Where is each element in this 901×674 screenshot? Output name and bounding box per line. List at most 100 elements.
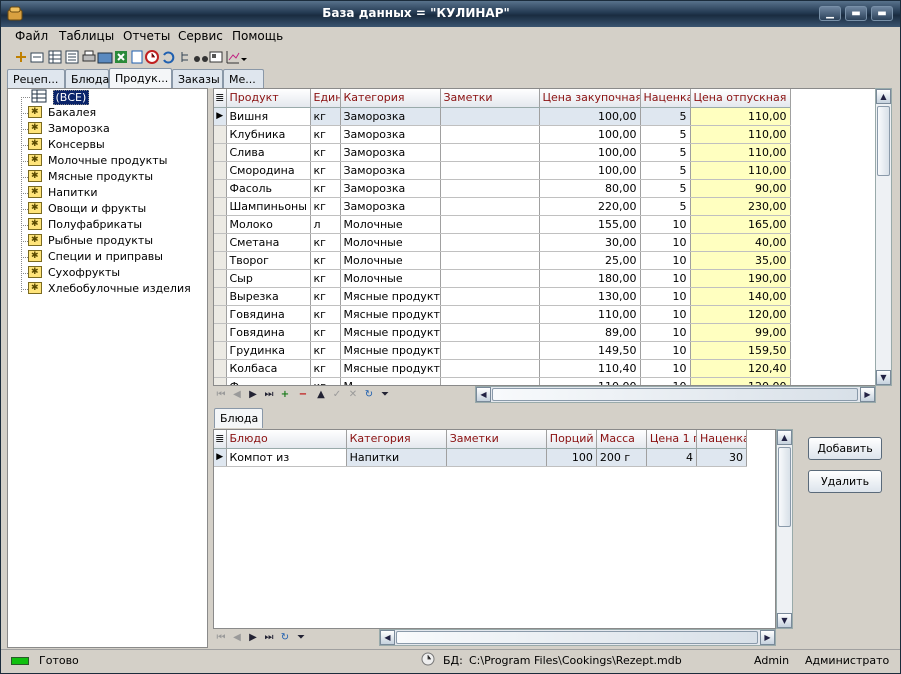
table-row[interactable]: Шампиньоны кг Заморозка 220,00 5 230,00	[214, 197, 791, 216]
col-dish-markup[interactable]: Наценка	[696, 430, 748, 449]
table-row[interactable]: Творог кг Молочные 25,00 10 35,00	[214, 251, 791, 270]
nav-last-icon[interactable]: ⏭	[261, 387, 277, 402]
cell[interactable]	[440, 305, 540, 324]
products-vscroll[interactable]: ▲ ▼	[875, 88, 892, 386]
cell[interactable]: кг	[310, 107, 341, 126]
cell[interactable]: кг	[310, 323, 341, 342]
cell[interactable]: Мясные продукты	[340, 359, 441, 378]
nav-prev-icon[interactable]: ◀	[229, 630, 245, 645]
cell[interactable]: Молочные	[340, 233, 441, 252]
cell[interactable]: 10	[640, 251, 691, 270]
col-mass[interactable]: Масса	[596, 430, 647, 449]
cell[interactable]: 5	[640, 161, 691, 180]
cell[interactable]: 90,00	[690, 179, 791, 198]
cell[interactable]: 25,00	[539, 251, 641, 270]
products-grid[interactable]: ≣ Продукт Един Категория Заметки Цена за…	[213, 88, 876, 386]
cell[interactable]: Сыр	[226, 269, 311, 288]
table-row[interactable]: Фасоль кг Заморозка 80,00 5 90,00	[214, 179, 791, 198]
scroll-down-button[interactable]: ▼	[876, 370, 891, 385]
tree-icon[interactable]	[178, 49, 194, 65]
cell[interactable]: Молочные	[340, 251, 441, 270]
cell[interactable]	[440, 215, 540, 234]
col-purchase-price[interactable]: Цена закупочная	[539, 89, 641, 108]
cell[interactable]: кг	[310, 377, 341, 385]
cell[interactable]	[440, 359, 540, 378]
cell[interactable]: 5	[640, 107, 691, 126]
nav-post-icon[interactable]: ✓	[329, 387, 345, 402]
cell[interactable]: Смородина	[226, 161, 311, 180]
cell[interactable]: Молоко	[226, 215, 311, 234]
cell[interactable]: кг	[310, 305, 341, 324]
nav-prev-icon[interactable]: ◀	[229, 387, 245, 402]
cell[interactable]: Заморозка	[340, 161, 441, 180]
cell[interactable]: Мясные продукты	[340, 323, 441, 342]
cell[interactable]: Мясные продукты	[340, 287, 441, 306]
nav-cancel-icon[interactable]: ✕	[345, 387, 361, 402]
title-bar[interactable]: База данных = "КУЛИНАР" ▁ ▬ ▬	[1, 1, 900, 27]
tree-item[interactable]: Молочные продукты	[28, 152, 167, 169]
cell[interactable]: 10	[640, 269, 691, 288]
minimize-button[interactable]: ▁	[819, 6, 841, 21]
chart-icon[interactable]	[225, 49, 241, 65]
close-button[interactable]: ▬	[871, 6, 893, 21]
cell[interactable]: 140,00	[690, 287, 791, 306]
cell[interactable]: Слива	[226, 143, 311, 162]
tree-item[interactable]: Бакалея	[28, 104, 96, 121]
table-row[interactable]: Сметана кг Молочные 30,00 10 40,00	[214, 233, 791, 252]
tree-item[interactable]: Хлебобулочные изделия	[28, 280, 191, 297]
cell[interactable]: 4	[646, 448, 697, 467]
table-icon[interactable]	[47, 49, 63, 65]
cell[interactable]: Говядина	[226, 323, 311, 342]
dishes-hscroll[interactable]: ◀ ▶	[379, 629, 776, 646]
cell[interactable]: кг	[310, 233, 341, 252]
tree-item[interactable]: Овощи и фрукты	[28, 200, 146, 217]
cell[interactable]: 110,00	[539, 377, 641, 385]
cell[interactable]	[440, 161, 540, 180]
scroll-right-button[interactable]: ▶	[860, 387, 875, 402]
cell[interactable]	[440, 107, 540, 126]
table-row[interactable]: Слива кг Заморозка 100,00 5 110,00	[214, 143, 791, 162]
edit-icon[interactable]	[29, 49, 45, 65]
cell[interactable]: Сметана	[226, 233, 311, 252]
dishes-grid[interactable]: ≣ Блюдо Категория Заметки Порций Масса Ц…	[213, 429, 776, 629]
cell[interactable]: Заморозка	[340, 107, 441, 126]
form-icon[interactable]	[208, 49, 224, 65]
menu-help[interactable]: Помощь	[232, 29, 283, 43]
col-dish[interactable]: Блюдо	[226, 430, 347, 449]
cell[interactable]	[440, 179, 540, 198]
col-dish-notes[interactable]: Заметки	[446, 430, 547, 449]
cell[interactable]: 110,40	[539, 359, 641, 378]
cell[interactable]: Заморозка	[340, 125, 441, 144]
table-row[interactable]: Колбаса кг Мясные продукты 110,40 10 120,40	[214, 359, 791, 378]
col-category[interactable]: Категория	[340, 89, 441, 108]
cell[interactable]: кг	[310, 341, 341, 360]
scroll-up-button[interactable]: ▲	[876, 89, 891, 104]
tree-item[interactable]: Мясные продукты	[28, 168, 153, 185]
cell[interactable]: Фасоль	[226, 179, 311, 198]
cell[interactable]: 110,00	[690, 161, 791, 180]
table-row[interactable]: Ф... кг М... 110,00 10 120,00	[214, 377, 791, 385]
col-dish-category[interactable]: Категория	[346, 430, 447, 449]
delete-button[interactable]: Удалить	[808, 470, 882, 493]
nav-last-icon[interactable]: ⏭	[261, 630, 277, 645]
scroll-left-button[interactable]: ◀	[380, 630, 395, 645]
tab-menu[interactable]: Ме...	[223, 69, 264, 88]
scroll-thumb[interactable]	[778, 447, 791, 527]
cell[interactable]: 10	[640, 341, 691, 360]
tab-orders[interactable]: Заказы	[172, 69, 223, 88]
col-notes[interactable]: Заметки	[440, 89, 540, 108]
cell[interactable]: М...	[340, 377, 441, 385]
scroll-down-button[interactable]: ▼	[777, 613, 792, 628]
report-icon[interactable]	[97, 49, 113, 65]
cell[interactable]: 110,00	[690, 143, 791, 162]
menu-tables[interactable]: Таблицы	[59, 29, 114, 43]
hscroll-thumb[interactable]	[396, 631, 758, 644]
cell[interactable]: 10	[640, 323, 691, 342]
tree-item[interactable]: Заморозка	[28, 120, 110, 137]
cell[interactable]: кг	[310, 287, 341, 306]
cell[interactable]: 10	[640, 215, 691, 234]
cell[interactable]: 165,00	[690, 215, 791, 234]
cell[interactable]: кг	[310, 179, 341, 198]
nav-filter-icon[interactable]: ⏷	[293, 630, 309, 645]
cell[interactable]: Компот из	[226, 448, 347, 467]
